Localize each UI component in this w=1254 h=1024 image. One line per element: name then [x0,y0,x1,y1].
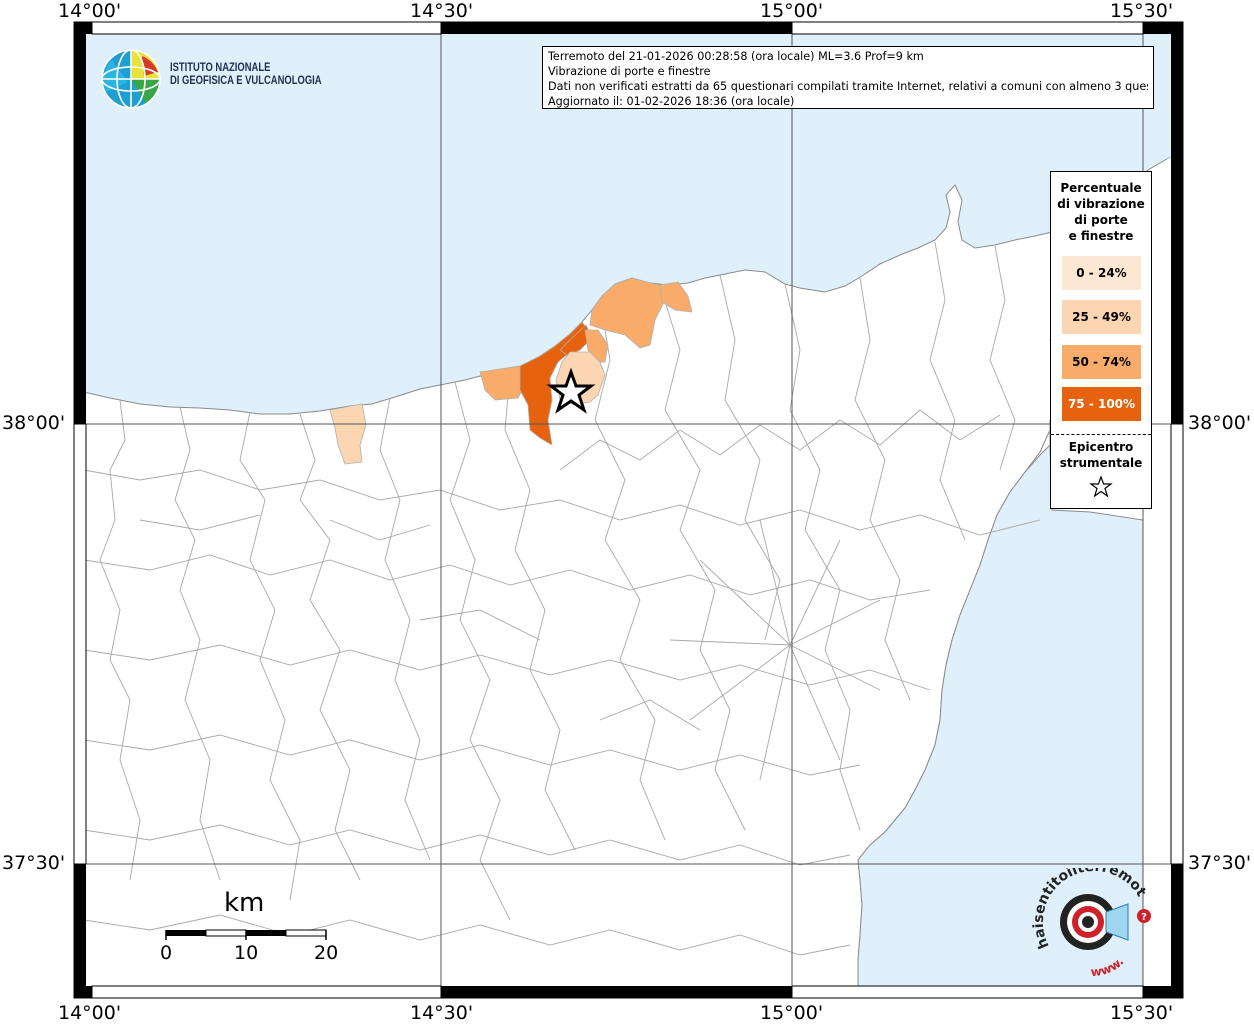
lat-label-right-38-00: 38°00' [1188,412,1252,434]
ingv-globe-icon [101,49,161,109]
lat-label-left-37-30: 37°30' [2,852,66,874]
event-info-line-1: Terremoto del 21-01-2026 00:28:58 (ora l… [548,50,924,63]
lon-label-top-14-30: 14°30' [410,0,474,22]
legend-epicenter-line-1: Epicentro [1068,440,1134,454]
legend-class-50-74: 50 - 74% [1062,345,1141,379]
lat-label-right-37-30: 37°30' [1188,852,1252,874]
legend-separator [1051,434,1151,435]
event-info-box: Terremoto del 21-01-2026 00:28:58 (ora l… [542,46,1154,109]
svg-text:?: ? [1141,912,1147,923]
star-outline-icon [1089,475,1113,498]
legend-class-75-100: 75 - 100% [1062,387,1141,421]
scale-label-10: 10 [234,942,259,964]
haisentito-www: www. [1090,954,1126,976]
ingv-logo-line1: ISTITUTO NAZIONALE [170,62,271,74]
legend-class-25-49: 25 - 49% [1062,300,1141,334]
legend-epicenter-line-2: strumentale [1059,456,1143,470]
event-info-line-4: Aggiornato il: 01-02-2026 18:36 (ora loc… [548,95,795,108]
lon-label-top-15-30: 15°30' [1110,0,1174,22]
legend: Percentuale di vibrazione di porte e fin… [1050,171,1152,509]
ingv-logo-line2: DI GEOFISICA E VULCANOLOGIA [170,75,322,87]
target-megaphone-icon: ? haisentitoilterremoto.it www. [1023,856,1151,979]
scale-label-20: 20 [314,942,339,964]
lon-label-top-14-00: 14°00' [58,0,122,22]
lon-label-bottom-15-00: 15°00' [760,1002,824,1024]
lon-label-top-15-00: 15°00' [760,0,824,22]
legend-title-line-2: di vibrazione [1057,197,1145,211]
lon-label-bottom-15-30: 15°30' [1110,1002,1174,1024]
legend-title: Percentuale di vibrazione di porte e fin… [1051,180,1151,244]
event-info-line-3: Dati non verificati estratti da 65 quest… [548,80,1148,93]
ingv-logo: ISTITUTO NAZIONALE DI GEOFISICA E VULCAN… [100,48,340,110]
lon-label-bottom-14-30: 14°30' [410,1002,474,1024]
event-info-line-2: Vibrazione di porte e finestre [548,65,711,78]
lon-label-bottom-14-00: 14°00' [58,1002,122,1024]
haisentito-logo: ? haisentitoilterremoto.it www. [1023,856,1158,979]
legend-title-line-1: Percentuale [1060,181,1142,195]
legend-title-line-3: di porte [1074,213,1128,227]
legend-epicenter-label: Epicentro strumentale [1051,439,1151,471]
scale-title: km [224,888,265,918]
scale-label-0: 0 [160,942,173,964]
lat-label-left-38-00: 38°00' [2,412,66,434]
legend-title-line-4: e finestre [1068,229,1134,243]
ingv-logo-text: ISTITUTO NAZIONALE DI GEOFISICA E VULCAN… [170,62,322,88]
legend-class-0-24: 0 - 24% [1062,256,1141,290]
